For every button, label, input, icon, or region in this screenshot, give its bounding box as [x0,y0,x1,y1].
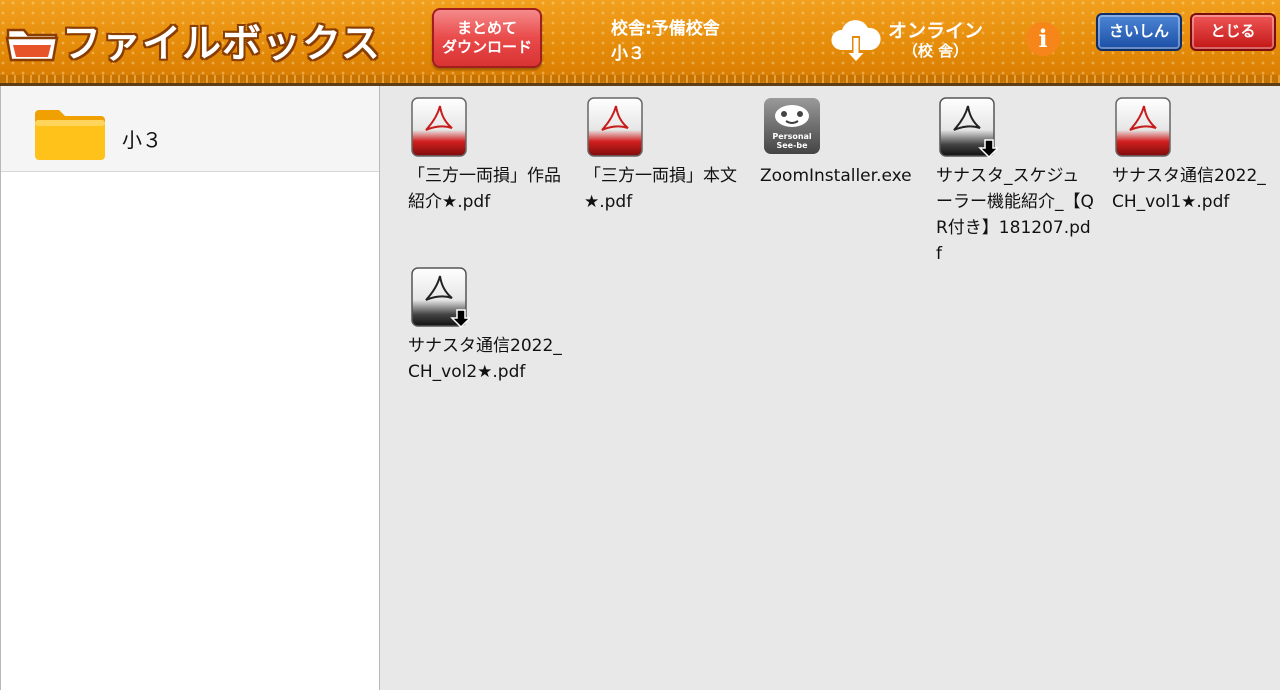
app-logo: ファイルボックス [4,14,381,68]
app-title: ファイルボックス [62,22,381,67]
pdf-icon [587,97,643,157]
file-name: サナスタ_スケジューラー機能紹介_【QR付き】181207.pdf [936,166,1094,264]
close-button[interactable]: とじる [1190,13,1276,51]
pdf-download-icon [411,267,470,328]
svg-text:See-be: See-be [776,141,808,150]
bulk-download-label-line1: まとめて [456,19,517,37]
status-text: オンライン [888,20,984,42]
file-grid: 「三方一両損」作品紹介★.pdf 「三方一両損」本文★.pdf Personal… [380,86,1280,690]
file-name: サナスタ通信2022_CH_vol2★.pdf [408,336,562,382]
refresh-button[interactable]: さいしん [1096,13,1182,51]
folder-icon [35,110,105,160]
status-location: （校 舎） [902,42,969,60]
sidebar-item-folder[interactable]: 小３ [1,86,379,172]
pdf-icon [1115,97,1171,157]
svg-text:Personal: Personal [772,132,812,141]
school-info: 校舎:予備校舎 小３ [611,17,720,67]
sidebar-item-label: 小３ [122,128,162,152]
connection-status: オンライン （校 舎） [888,20,983,60]
file-name: サナスタ通信2022_CH_vol1★.pdf [1112,166,1266,212]
grade-name: 小３ [611,44,645,64]
file-name: 「三方一両損」本文★.pdf [584,166,737,212]
info-button[interactable]: i [1026,22,1060,56]
cloud-download-icon [831,20,881,63]
personal-seebe-icon: Personal See-be [764,98,820,154]
toolbox-icon [5,28,59,62]
file-name: 「三方一両損」作品紹介★.pdf [408,166,561,212]
school-name: 校舎:予備校舎 [611,19,720,39]
file-name: ZoomInstaller.exe [760,166,912,186]
pdf-icon [411,97,467,157]
bulk-download-label-line2: ダウンロード [441,38,532,56]
bulk-download-button[interactable]: まとめて ダウンロード [432,8,542,68]
folder-sidebar: 小３ [0,86,380,690]
app-header: ファイルボックス まとめて ダウンロード 校舎:予備校舎 小３ オンライン （校… [0,0,1280,86]
pdf-download-icon [939,97,998,158]
